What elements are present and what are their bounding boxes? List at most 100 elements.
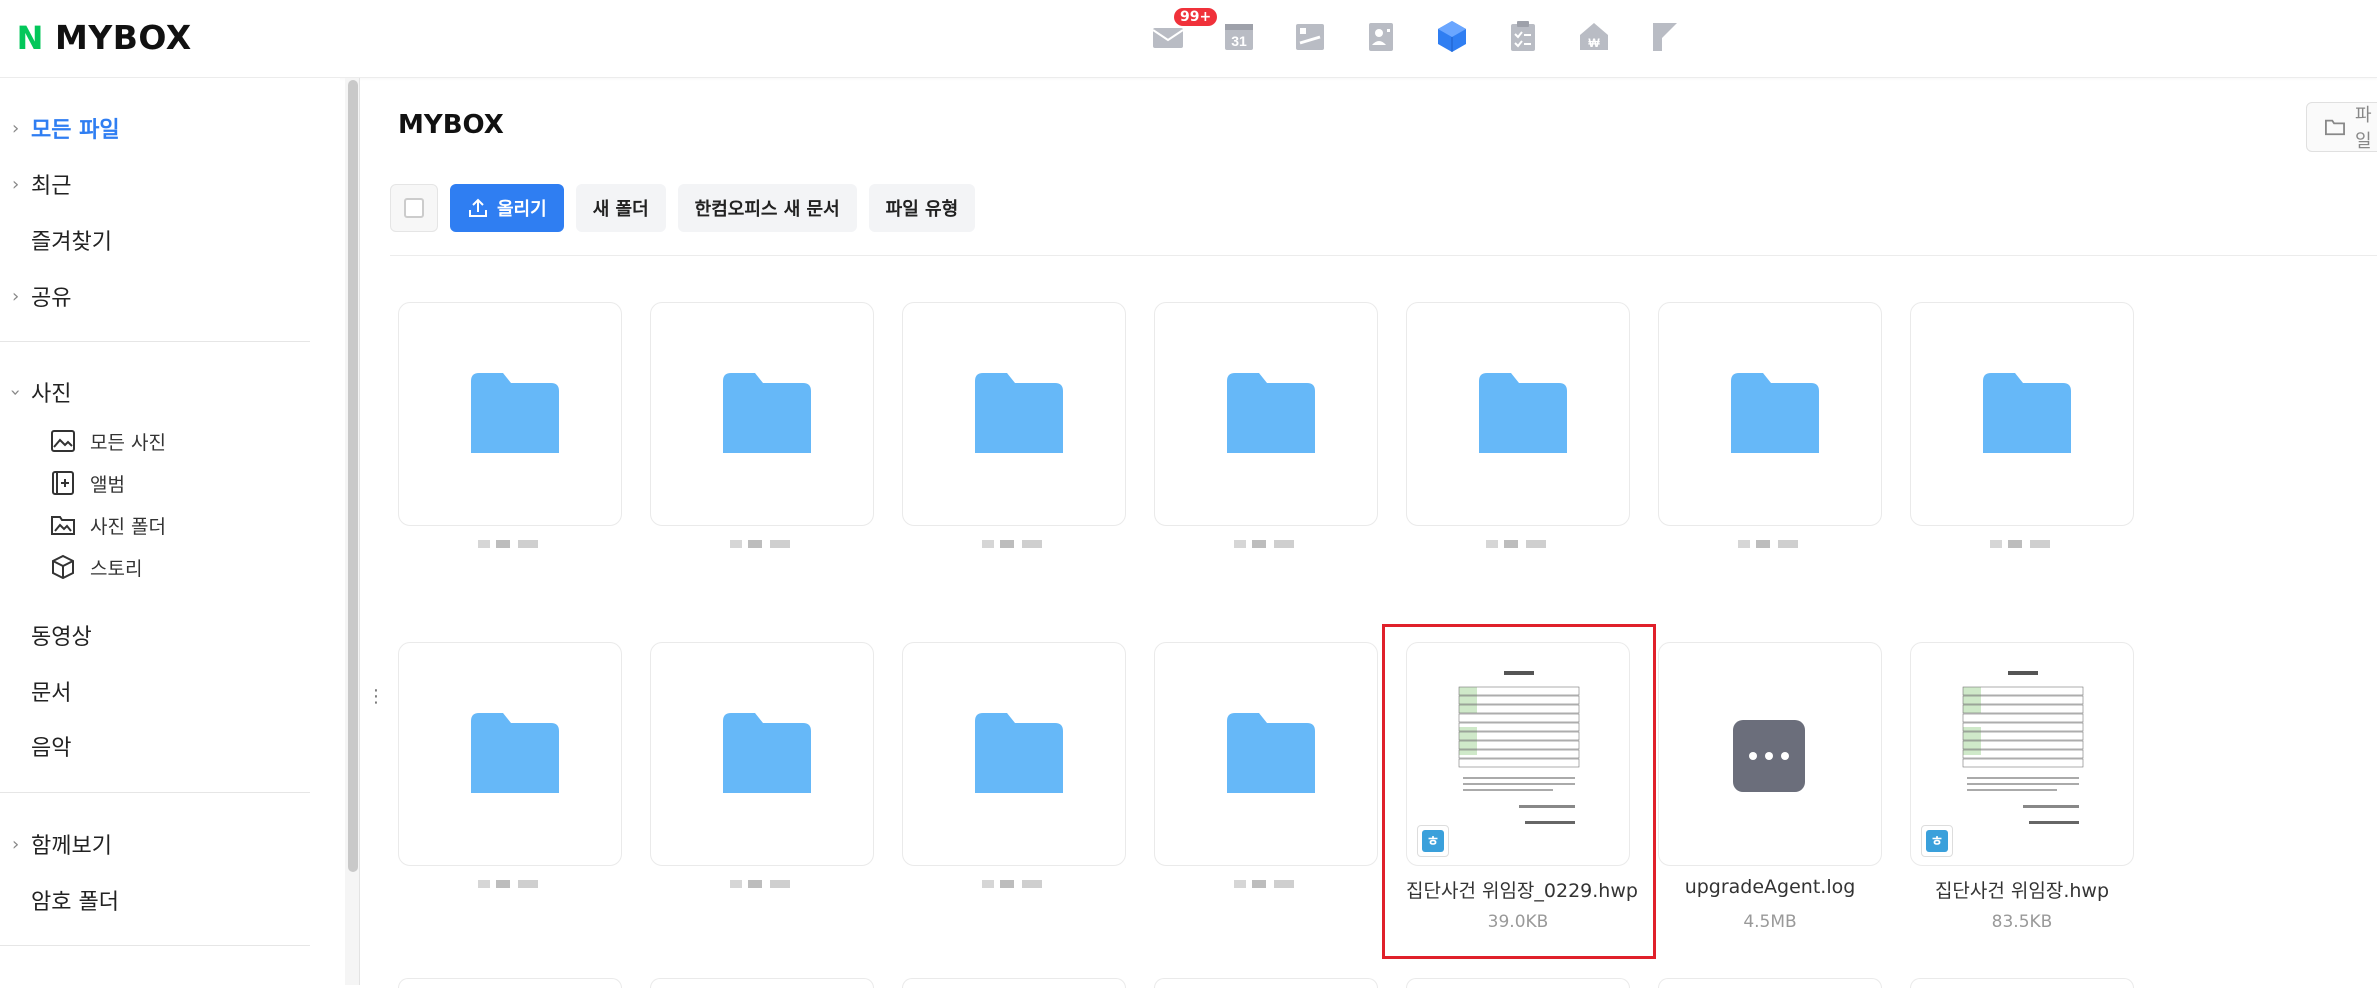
memo-icon <box>1295 24 1324 50</box>
mail-count-badge: 99+ <box>1174 8 1218 26</box>
sidebar-sub-label: 앨범 <box>90 473 125 496</box>
folder-icon <box>975 373 1063 453</box>
more-file-icon <box>1733 720 1805 792</box>
file-card[interactable] <box>1910 302 2134 548</box>
new-folder-button[interactable]: 새 폴더 <box>575 184 666 232</box>
file-thumbnail[interactable] <box>1658 642 1882 866</box>
sidebar-item-label: 문서 <box>31 681 72 706</box>
file-size: 4.5MB <box>1743 912 1797 932</box>
sidebar-sub-label: 모든 사진 <box>90 431 166 454</box>
select-all-checkbox[interactable] <box>390 184 438 232</box>
sidebar-sub-story[interactable]: 스토리 <box>50 550 142 584</box>
file-thumbnail[interactable] <box>1154 302 1378 526</box>
todo-service[interactable] <box>1505 18 1540 54</box>
file-card[interactable] <box>398 642 622 888</box>
toolbar: 올리기 새 폴더 한컴오피스 새 문서 파일 유형 <box>390 184 976 232</box>
file-thumbnail[interactable] <box>1154 642 1378 866</box>
file-card[interactable] <box>650 302 874 548</box>
bookmark-icon <box>1652 23 1677 51</box>
file-card[interactable] <box>1154 302 1378 548</box>
file-card[interactable] <box>902 642 1126 888</box>
mail-service[interactable]: 99+ <box>1150 8 1218 54</box>
folder-info-label: 파일 <box>2354 105 2372 152</box>
chevron-right-icon: › <box>12 117 20 139</box>
hancom-new-doc-button[interactable]: 한컴오피스 새 문서 <box>677 184 857 232</box>
file-card[interactable]: ㅎ 집단사건 위임장.hwp 83.5KB <box>1910 642 2134 932</box>
album-add-icon <box>52 471 74 495</box>
calendar-icon: 31 <box>1224 24 1253 50</box>
selection-highlight <box>1382 624 1656 959</box>
bookmark-service[interactable] <box>1647 18 1682 54</box>
file-name[interactable]: 집단사건 위임장.hwp <box>1910 876 2134 903</box>
mybox-cube-icon <box>1437 21 1466 52</box>
redacted-filename <box>1990 540 2054 550</box>
sidebar-item-label: 음악 <box>31 736 72 761</box>
calendar-service[interactable]: 31 <box>1221 18 1256 54</box>
file-thumbnail[interactable] <box>902 302 1126 526</box>
sidebar-item-label: 동영상 <box>31 625 92 650</box>
photo-folder-icon <box>51 516 75 535</box>
memo-service[interactable] <box>1292 18 1327 54</box>
upload-icon <box>469 198 487 217</box>
folder-info-button[interactable]: 파일 <box>2306 102 2377 152</box>
chevron-right-icon: › <box>12 173 20 195</box>
file-thumbnail[interactable] <box>902 642 1126 866</box>
contacts-service[interactable] <box>1363 18 1398 54</box>
file-card-partial[interactable] <box>1406 978 1630 988</box>
pay-service[interactable]: ₩ <box>1576 18 1611 54</box>
sidebar-sub-album[interactable]: 앨범 <box>50 466 125 500</box>
mybox-logo[interactable]: N MYBOX <box>15 18 192 57</box>
file-card[interactable] <box>1658 302 1882 548</box>
sidebar-divider <box>0 945 310 946</box>
sidebar-scrollbar-thumb[interactable] <box>348 80 358 872</box>
file-card[interactable] <box>398 302 622 548</box>
redacted-filename <box>478 880 542 890</box>
folder-icon <box>1479 373 1567 453</box>
file-thumbnail[interactable] <box>398 302 622 526</box>
sidebar-item-label: 암호 폴더 <box>31 890 119 915</box>
sidebar-sub-photo-folder[interactable]: 사진 폴더 <box>50 508 166 542</box>
redacted-filename <box>478 540 542 550</box>
file-card-partial[interactable] <box>1658 978 1882 988</box>
redacted-filename <box>982 540 1046 550</box>
sidebar: › 모든 파일 › 최근 즐겨찾기 › 공유 › 사진 모든 사진 앨범 사진 … <box>0 78 340 985</box>
sidebar-item-label: 사진 <box>31 382 72 407</box>
folder-icon <box>723 373 811 453</box>
file-card[interactable] <box>1154 642 1378 888</box>
page-title: MYBOX <box>398 110 504 140</box>
toolbar-divider <box>390 255 2377 256</box>
file-thumbnail[interactable]: ㅎ <box>1910 642 2134 866</box>
file-thumbnail[interactable] <box>1406 302 1630 526</box>
sidebar-item-label: 함께보기 <box>31 834 112 859</box>
file-card-partial[interactable] <box>902 978 1126 988</box>
sidebar-sub-label: 스토리 <box>90 557 143 580</box>
image-icon <box>51 430 75 452</box>
redacted-filename <box>730 880 794 890</box>
file-card-partial[interactable] <box>398 978 622 988</box>
upload-button[interactable]: 올리기 <box>450 184 564 232</box>
file-card[interactable] <box>650 642 874 888</box>
file-card-partial[interactable] <box>650 978 874 988</box>
file-thumbnail[interactable] <box>1910 302 2134 526</box>
folder-icon <box>975 713 1063 793</box>
file-card-partial[interactable] <box>1154 978 1378 988</box>
upload-label: 올리기 <box>497 199 547 220</box>
folder-icon <box>1731 373 1819 453</box>
file-name[interactable]: upgradeAgent.log <box>1658 876 1882 898</box>
file-card[interactable] <box>1406 302 1630 548</box>
file-thumbnail[interactable] <box>650 302 874 526</box>
mybox-service[interactable] <box>1434 18 1469 54</box>
checkbox-box <box>404 198 424 218</box>
file-type-button[interactable]: 파일 유형 <box>868 184 976 232</box>
file-thumbnail[interactable] <box>650 642 874 866</box>
house-won-icon: ₩ <box>1579 23 1608 50</box>
file-thumbnail[interactable] <box>1658 302 1882 526</box>
sidebar-sub-all-photos[interactable]: 모든 사진 <box>50 424 166 458</box>
file-card-partial[interactable] <box>1910 978 2134 988</box>
file-card[interactable]: upgradeAgent.log 4.5MB <box>1658 642 1882 932</box>
redacted-filename <box>1234 880 1298 890</box>
contacts-icon <box>1368 23 1393 51</box>
file-card[interactable] <box>902 302 1126 548</box>
file-thumbnail[interactable] <box>398 642 622 866</box>
redacted-filename <box>1738 540 1802 550</box>
